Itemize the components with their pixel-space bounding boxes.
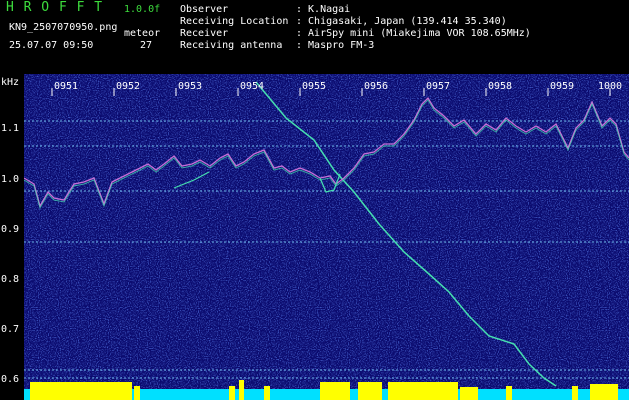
- time-tick-label: 0951: [54, 81, 79, 92]
- time-tick-label: 0952: [116, 81, 141, 92]
- time-tick-label: 0958: [488, 81, 513, 92]
- meteor-count: 27: [140, 40, 153, 51]
- spectrogram: 0951 0952 0953 0954 0955 0956 0957 0958 …: [24, 74, 629, 400]
- y-axis-unit: kHz: [1, 77, 20, 88]
- time-tick-label: 0956: [364, 81, 389, 92]
- noise-texture: [24, 74, 629, 400]
- y-tick-label: 0.9: [1, 224, 20, 235]
- time-tick-label: 0953: [178, 81, 203, 92]
- app-name: H R O F F T: [6, 0, 104, 15]
- spectrogram-canvas: [24, 74, 629, 400]
- y-tick-label: 0.8: [1, 274, 20, 285]
- time-tick-label: 0955: [302, 81, 327, 92]
- info-value-antenna: : Maspro FM-3: [296, 40, 375, 51]
- y-tick-label: 1.0: [1, 174, 20, 185]
- time-tick-label: 1000: [598, 81, 623, 92]
- info-label-observer: Observer: [180, 4, 229, 15]
- time-tick-label: 0957: [426, 81, 451, 92]
- y-tick-label: 1.1: [1, 123, 20, 134]
- time-tick-label: 0954: [240, 81, 265, 92]
- filename-label: KN9_2507070950.png: [9, 22, 118, 33]
- y-axis: kHz 1.1 1.0 0.9 0.8 0.7 0.6: [0, 74, 24, 400]
- info-value-observer: : K.Nagai: [296, 4, 351, 15]
- datetime-label: 25.07.07 09:50: [9, 40, 94, 51]
- info-value-receiver: : AirSpy mini (Miakejima VOR 108.65MHz): [296, 28, 531, 39]
- info-label-receiver: Receiver: [180, 28, 229, 39]
- meteor-label: meteor: [124, 28, 161, 39]
- y-tick-label: 0.7: [1, 324, 20, 335]
- info-label-antenna: Receiving antenna: [180, 40, 283, 51]
- header-panel: H R O F F T 1.0.0f KN9_2507070950.png me…: [0, 0, 629, 74]
- version-label: 1.0.0f: [124, 4, 161, 15]
- time-tick-label: 0959: [550, 81, 575, 92]
- info-label-location: Receiving Location: [180, 16, 289, 27]
- info-value-location: : Chigasaki, Japan (139.414 35.340): [296, 16, 507, 27]
- y-tick-label: 0.6: [1, 374, 20, 385]
